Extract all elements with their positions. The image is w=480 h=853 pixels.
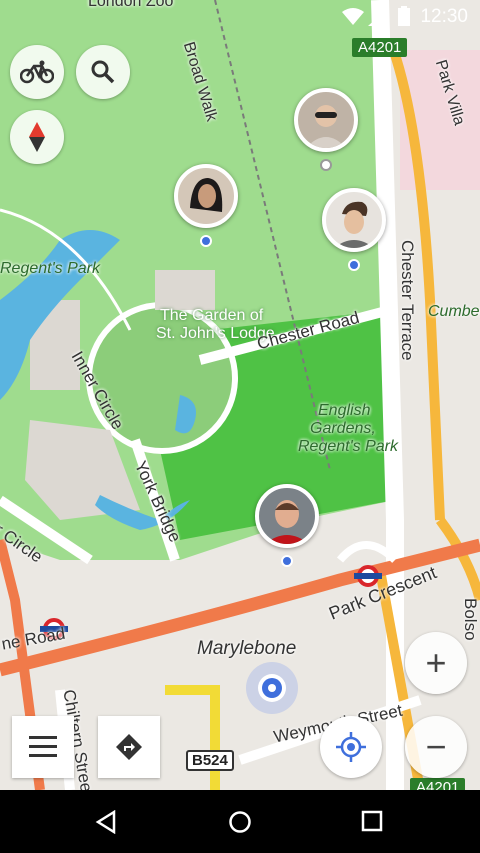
friend-avatar	[174, 164, 238, 228]
menu-icon	[29, 736, 57, 757]
friend-avatar	[255, 484, 319, 548]
friend-pin-1[interactable]	[294, 88, 358, 171]
label-bolsover: Bolso	[461, 598, 480, 641]
friend-avatar	[294, 88, 358, 152]
friend-pin-3[interactable]	[322, 188, 386, 271]
label-english-gardens-1: English	[318, 402, 371, 419]
menu-button[interactable]	[12, 716, 74, 778]
search-icon	[91, 60, 115, 84]
pin-pointer-icon	[320, 159, 332, 171]
signal-icon	[368, 8, 388, 26]
search-button[interactable]	[76, 45, 130, 99]
friend-avatar	[322, 188, 386, 252]
label-english-gardens-3: Regent's Park	[298, 438, 398, 455]
compass-icon	[29, 122, 45, 152]
compass-button[interactable]	[10, 110, 64, 164]
pin-pointer-icon	[200, 235, 212, 247]
zoom-in-button[interactable]: +	[405, 632, 467, 694]
pin-pointer-icon	[281, 555, 293, 567]
label-garden-line1: The Garden of	[160, 307, 264, 324]
directions-icon	[116, 734, 142, 760]
cycle-mode-button[interactable]	[10, 45, 64, 99]
back-icon[interactable]	[94, 810, 118, 834]
road-ref-a4201-top: A4201	[352, 38, 408, 57]
recents-icon[interactable]	[361, 810, 383, 832]
road-ref-b524: B524	[186, 750, 234, 771]
zoom-in-label: +	[425, 642, 447, 683]
my-location-icon	[336, 732, 366, 762]
friend-pin-2[interactable]	[174, 164, 238, 247]
pin-pointer-icon	[348, 259, 360, 271]
battery-icon	[398, 6, 410, 26]
zoom-out-button[interactable]: −	[405, 716, 467, 778]
zoom-out-label: −	[425, 726, 447, 767]
label-regents-park: Regent's Park	[0, 260, 100, 277]
status-time: 12:30	[420, 6, 468, 27]
friend-pin-4[interactable]	[255, 484, 319, 567]
status-bar: 12:30	[0, 0, 480, 32]
wifi-icon	[342, 8, 364, 25]
label-cumberland: Cumber	[428, 303, 480, 320]
directions-button[interactable]	[98, 716, 160, 778]
home-icon[interactable]	[228, 810, 252, 834]
label-chester-terrace: Chester Terrace	[398, 240, 417, 361]
bicycle-icon	[20, 60, 54, 84]
label-english-gardens-2: Gardens,	[310, 420, 376, 437]
label-marylebone: Marylebone	[197, 638, 297, 659]
my-location-button[interactable]	[320, 716, 382, 778]
system-navigation-bar	[0, 790, 480, 853]
